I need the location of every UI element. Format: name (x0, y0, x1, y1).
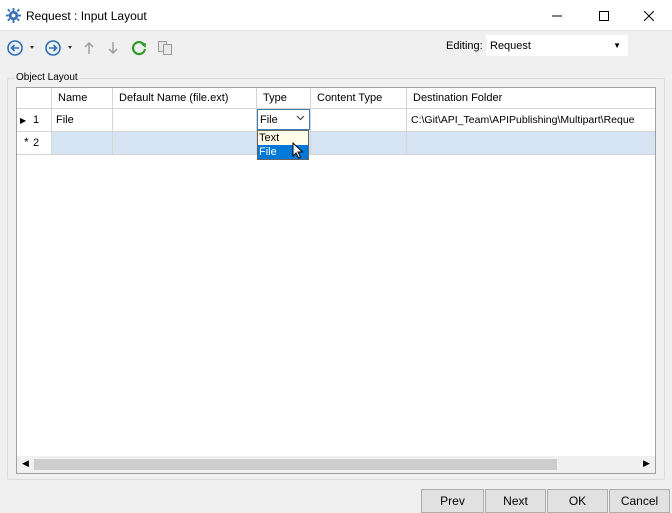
maximize-icon (599, 10, 609, 21)
object-layout-label: Object Layout (15, 72, 79, 83)
next-button[interactable]: Next (485, 489, 546, 513)
move-up-button[interactable] (82, 39, 96, 57)
column-header-default-name[interactable]: Default Name (file.ext) (113, 88, 257, 109)
scroll-left-icon[interactable]: ◀ (19, 458, 32, 471)
row-header-corner (17, 88, 52, 109)
cell-content-type-1[interactable] (311, 109, 407, 132)
back-button[interactable] (6, 39, 36, 57)
minimize-icon (552, 15, 562, 16)
forward-arrow-icon (45, 40, 72, 56)
editing-value: Request (490, 40, 531, 52)
cell-destination-1[interactable]: C:\Git\API_Team\APIPublishing\Multipart\… (407, 109, 655, 132)
horizontal-scrollbar[interactable]: ◀ ▶ (17, 456, 655, 473)
type-combobox[interactable]: File (257, 109, 310, 130)
cell-destination-2[interactable] (407, 132, 655, 155)
forward-button[interactable] (44, 39, 74, 57)
mouse-cursor-icon (292, 142, 304, 159)
prev-button[interactable]: Prev (421, 489, 484, 513)
column-header-name[interactable]: Name (52, 88, 113, 109)
gear-icon (6, 8, 21, 23)
minimize-button[interactable] (534, 0, 580, 31)
back-arrow-icon (7, 40, 34, 56)
copy-button[interactable] (156, 39, 174, 57)
window-title: Request : Input Layout (26, 9, 147, 23)
move-down-icon (108, 42, 118, 54)
column-header-content-type[interactable]: Content Type (311, 88, 407, 109)
current-row-icon: ▶ (20, 116, 27, 125)
cell-name-1[interactable]: File (52, 109, 113, 132)
close-icon (644, 10, 654, 21)
cell-name-2[interactable] (52, 132, 113, 155)
cell-default-name-1[interactable] (113, 109, 257, 132)
refresh-button[interactable] (129, 39, 149, 57)
new-row-icon: * (24, 135, 29, 149)
cancel-button[interactable]: Cancel (609, 489, 670, 513)
move-up-icon (84, 42, 94, 54)
editing-select[interactable]: Request ▼ (486, 35, 628, 56)
scroll-right-icon[interactable]: ▶ (640, 458, 653, 471)
ok-button[interactable]: OK (547, 489, 608, 513)
refresh-icon (131, 41, 147, 56)
row-indicator-2[interactable]: * 2 (17, 132, 52, 155)
copy-icon (158, 41, 172, 55)
column-header-destination-folder[interactable]: Destination Folder (407, 88, 655, 109)
scrollbar-thumb[interactable] (34, 459, 557, 470)
chevron-down-icon: ▼ (613, 41, 621, 50)
editing-label: Editing: (446, 40, 483, 52)
type-combobox-value: File (260, 114, 278, 126)
title-bar: Request : Input Layout (0, 0, 672, 31)
maximize-button[interactable] (581, 0, 627, 31)
row-indicator-1[interactable]: ▶ 1 (17, 109, 52, 132)
move-down-button[interactable] (106, 39, 120, 57)
chevron-down-icon (296, 113, 305, 125)
cell-content-type-2[interactable] (311, 132, 407, 155)
column-header-type[interactable]: Type (257, 88, 311, 109)
cell-default-name-2[interactable] (113, 132, 257, 155)
layout-grid[interactable]: Name Default Name (file.ext) Type Conten… (16, 87, 656, 474)
close-button[interactable] (626, 0, 672, 31)
